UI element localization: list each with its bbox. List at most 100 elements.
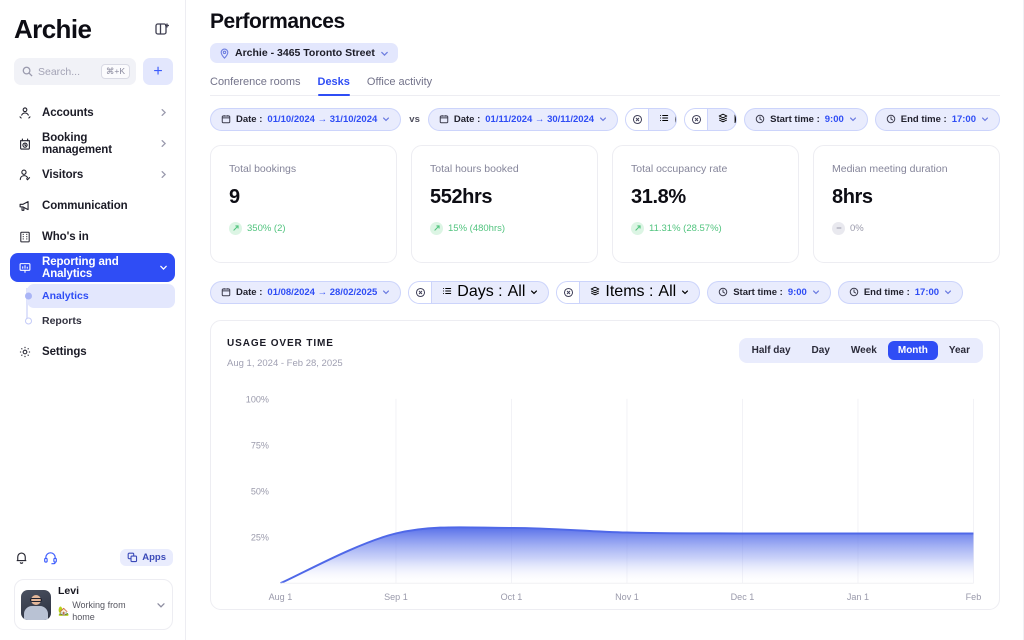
filter-items-body[interactable]: Items : All xyxy=(708,109,737,130)
filter-start-time-primary[interactable]: Start time : 9:00 xyxy=(744,108,868,131)
add-button[interactable]: + xyxy=(143,58,173,85)
filter-end-time-secondary[interactable]: End time : 17:00 xyxy=(838,281,963,304)
filter-start-time-secondary[interactable]: Start time : 9:00 xyxy=(707,281,831,304)
x-tick-label: Sep 1 xyxy=(384,591,408,601)
sidebar-bottom-icons: Apps xyxy=(14,539,173,575)
avatar xyxy=(21,590,51,620)
search-input[interactable]: Search... ⌘+K xyxy=(14,58,136,85)
calendar-icon xyxy=(221,114,231,124)
main-content: Performances Archie - 3465 Toronto Stree… xyxy=(186,0,1024,640)
panel-collapse-icon[interactable] xyxy=(151,18,173,40)
sidebar-item-reporting-and-analytics[interactable]: Reporting and Analytics xyxy=(10,253,175,282)
filter-end-time-primary[interactable]: End time : 17:00 xyxy=(875,108,1000,131)
building-icon xyxy=(17,229,33,245)
filter-days-body[interactable]: Days : All xyxy=(649,109,677,130)
search-row: Search... ⌘+K + xyxy=(14,58,173,85)
user-card[interactable]: Levi 🏡 Working from home xyxy=(14,579,173,630)
filter-days-body[interactable]: Days : All xyxy=(432,282,548,303)
clear-circle-icon[interactable] xyxy=(626,109,649,130)
clear-circle-icon[interactable] xyxy=(557,282,580,303)
kpi-value: 552hrs xyxy=(430,186,579,209)
trend-neutral-icon xyxy=(832,222,845,235)
chart-y-ticks: 25%50%75%100% xyxy=(246,394,269,542)
granularity-month[interactable]: Month xyxy=(888,341,938,360)
map-pin-icon xyxy=(219,48,230,59)
filter-items-primary[interactable]: Items : All xyxy=(684,108,737,131)
sidebar-item-label: Booking management xyxy=(42,132,150,156)
filter-value: 17:00 xyxy=(915,287,939,298)
sidebar-item-label: Who's in xyxy=(42,231,168,243)
clear-circle-icon[interactable] xyxy=(409,282,432,303)
granularity-day[interactable]: Day xyxy=(802,341,840,360)
x-tick-label: Jan 1 xyxy=(847,591,869,601)
filter-label: Date : xyxy=(236,287,262,298)
app-logo: Archie xyxy=(14,16,91,42)
kpi-row: Total bookings 9 350% (2) Total hours bo… xyxy=(210,145,1000,263)
gear-icon xyxy=(17,344,33,360)
user-status-text: Working from home xyxy=(72,599,149,624)
clock-icon xyxy=(886,114,896,124)
calendar-icon xyxy=(439,114,449,124)
granularity-toggle: Half day Day Week Month Year xyxy=(739,338,983,363)
sidebar-item-whos-in[interactable]: Who's in xyxy=(10,222,175,251)
sidebar-subitem-analytics[interactable]: Analytics xyxy=(27,284,175,308)
chevron-right-icon xyxy=(159,139,168,148)
x-tick-label: Aug 1 xyxy=(269,591,293,601)
filter-value: All xyxy=(508,283,526,301)
filter-items-body[interactable]: Items : All xyxy=(580,282,699,303)
apps-label: Apps xyxy=(142,552,166,563)
filter-date-period-1[interactable]: Date : 01/10/2024 → 31/10/2024 xyxy=(210,108,401,131)
kpi-label: Median meeting duration xyxy=(832,163,981,175)
chart-header-text: USAGE OVER TIME Aug 1, 2024 - Feb 28, 20… xyxy=(227,338,343,369)
clear-circle-icon[interactable] xyxy=(685,109,708,130)
filter-date-period-2[interactable]: Date : 01/11/2024 → 30/11/2024 xyxy=(428,108,618,131)
sidebar-subnav: Analytics Reports xyxy=(10,284,175,333)
chevron-down-icon xyxy=(530,283,538,301)
apps-button[interactable]: Apps xyxy=(120,549,173,566)
filter-label: Items : xyxy=(733,110,737,128)
headset-icon[interactable] xyxy=(43,550,58,565)
sidebar-item-booking-management[interactable]: Booking management xyxy=(10,129,175,158)
search-placeholder: Search... xyxy=(38,66,96,78)
filter-label: Date : xyxy=(236,114,262,125)
tab-office-activity[interactable]: Office activity xyxy=(367,76,432,95)
granularity-week[interactable]: Week xyxy=(841,341,887,360)
page-title: Performances xyxy=(210,10,1000,34)
search-shortcut: ⌘+K xyxy=(101,64,130,79)
granularity-year[interactable]: Year xyxy=(939,341,980,360)
filter-label: Start time : xyxy=(770,114,820,125)
user-check-icon xyxy=(17,167,33,183)
filter-value: 01/11/2024 → 30/11/2024 xyxy=(485,114,594,125)
bullet-dot xyxy=(25,293,32,300)
kpi-total-bookings: Total bookings 9 350% (2) xyxy=(210,145,397,263)
megaphone-icon xyxy=(17,198,33,214)
chevron-down-icon xyxy=(681,283,689,301)
sidebar-item-settings[interactable]: Settings xyxy=(10,337,175,366)
filter-days-primary[interactable]: Days : All xyxy=(625,108,677,131)
filter-date-secondary[interactable]: Date : 01/08/2024 → 28/02/2025 xyxy=(210,281,401,304)
granularity-half-day[interactable]: Half day xyxy=(742,341,801,360)
kpi-delta: 350% (2) xyxy=(229,222,378,235)
sidebar-subitem-reports[interactable]: Reports xyxy=(27,309,175,333)
x-tick-label: Oct 1 xyxy=(501,591,523,601)
location-selector[interactable]: Archie - 3465 Toronto Street xyxy=(210,43,398,63)
filter-value: 01/08/2024 → 28/02/2025 xyxy=(267,287,377,298)
chevron-down-icon[interactable] xyxy=(156,600,166,610)
sidebar-item-communication[interactable]: Communication xyxy=(10,191,175,220)
location-label: Archie - 3465 Toronto Street xyxy=(235,47,375,59)
sidebar-item-accounts[interactable]: Accounts xyxy=(10,98,175,127)
layers-icon xyxy=(590,283,600,301)
tab-desks[interactable]: Desks xyxy=(318,76,350,95)
chevron-down-icon xyxy=(849,115,857,123)
bell-icon[interactable] xyxy=(14,550,29,565)
filter-days-secondary[interactable]: Days : All xyxy=(408,281,549,304)
x-tick-label: Nov 1 xyxy=(615,591,639,601)
kpi-delta-text: 0% xyxy=(850,223,864,234)
chart-area-fill xyxy=(280,527,973,583)
usage-area-chart: 25%50%75%100% Aug 1Sep 1Oct 1Nov 1Dec 1J… xyxy=(227,389,983,609)
kpi-label: Total hours booked xyxy=(430,163,579,175)
filter-items-secondary[interactable]: Items : All xyxy=(556,281,700,304)
brand-row: Archie xyxy=(14,10,173,48)
sidebar-item-visitors[interactable]: Visitors xyxy=(10,160,175,189)
tab-conference-rooms[interactable]: Conference rooms xyxy=(210,76,301,95)
